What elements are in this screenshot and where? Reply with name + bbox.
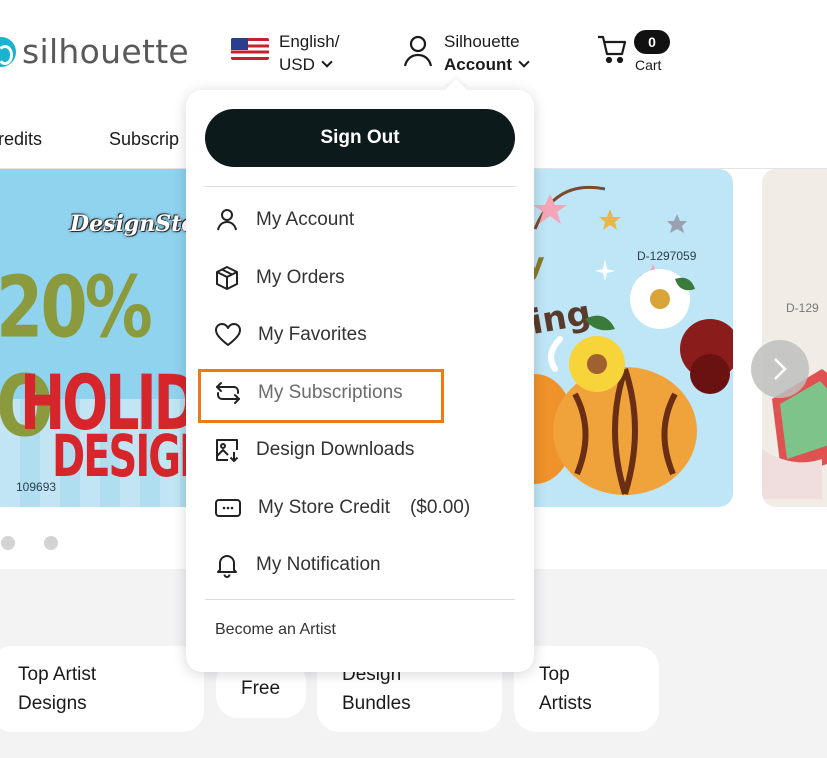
language-label: English/ <box>279 32 340 51</box>
category-top-artists[interactable]: Top Artists <box>514 646 659 732</box>
dropdown-divider <box>205 599 515 600</box>
logo-mark-icon <box>0 36 16 67</box>
svg-text:ing: ing <box>528 293 594 343</box>
chevron-down-icon <box>321 56 333 68</box>
carousel-next-button[interactable] <box>751 340 809 398</box>
category-label: Artists <box>539 693 592 714</box>
pumpkin-bouquet-illustration: ing y <box>515 185 733 495</box>
banner-sku: D-129 <box>786 301 819 315</box>
logo-text: silhouette <box>22 32 190 71</box>
pumpkin-bouquet-banner[interactable]: ing y D-1297059 <box>515 169 733 507</box>
dropdown-divider <box>205 186 515 187</box>
carousel-dot[interactable] <box>44 536 58 550</box>
category-top-artist-designs[interactable]: Top Artist Designs <box>0 646 204 732</box>
cart-label: Cart <box>635 57 662 73</box>
holiday-promo-banner[interactable]: DesignStore 20% O HOLIDA DESIGNS 109693 <box>0 169 200 507</box>
banner-sku: D-1297059 <box>637 249 697 263</box>
menu-item-label: My Account <box>256 209 355 230</box>
sign-out-button[interactable]: Sign Out <box>205 109 515 167</box>
bell-icon <box>217 555 237 578</box>
chevron-down-icon <box>518 56 530 68</box>
menu-item-my-notification[interactable]: My Notification <box>214 547 381 583</box>
menu-item-my-orders[interactable]: My Orders <box>214 260 345 296</box>
language-currency-selector[interactable]: English/ USD <box>231 30 339 76</box>
designstore-logo: DesignStore <box>70 211 200 237</box>
nav-subscriptions[interactable]: Subscrip <box>109 129 179 150</box>
menu-item-label: My Store Credit <box>258 497 390 518</box>
heart-icon <box>215 323 241 346</box>
account-dropdown-menu: Sign Out My Account My Orders My Favorit… <box>186 78 534 672</box>
user-icon <box>403 35 433 67</box>
category-label: Top Artist <box>18 664 97 685</box>
nav-credits[interactable]: redits <box>0 129 42 150</box>
banner3-illustration <box>762 369 827 499</box>
cart-button[interactable]: 0 Cart <box>596 30 670 73</box>
menu-item-my-subscriptions[interactable]: My Subscriptions <box>214 375 403 411</box>
chevron-right-icon <box>774 358 787 380</box>
menu-item-my-account[interactable]: My Account <box>214 202 354 238</box>
carousel-dot[interactable] <box>1 536 15 550</box>
promo-designs-text: DESIGNS <box>52 424 200 491</box>
box-icon <box>216 266 238 290</box>
silhouette-logo[interactable]: silhouette <box>0 32 189 71</box>
menu-item-label: My Favorites <box>258 324 367 345</box>
repeat-icon <box>216 382 240 404</box>
person-icon <box>217 209 237 231</box>
credit-card-icon <box>215 499 241 517</box>
store-credit-amount: ($0.00) <box>409 497 471 518</box>
category-label: Bundles <box>342 693 411 714</box>
cart-count-badge: 0 <box>634 30 670 54</box>
menu-item-my-store-credit[interactable]: My Store Credit ($0.00) <box>214 490 470 526</box>
category-label: Designs <box>18 693 87 714</box>
become-an-artist-link[interactable]: Become an Artist <box>215 621 336 639</box>
menu-item-label: My Notification <box>256 554 381 575</box>
us-flag-icon <box>231 38 269 60</box>
account-line2: Account <box>444 55 512 74</box>
menu-item-label: Design Downloads <box>256 439 415 460</box>
menu-item-label: My Subscriptions <box>258 382 403 403</box>
category-label: Top <box>539 664 570 685</box>
account-line1: Silhouette <box>444 32 520 51</box>
cart-icon <box>598 35 627 64</box>
currency-label: USD <box>279 55 315 74</box>
menu-item-my-favorites[interactable]: My Favorites <box>214 317 367 353</box>
banner-sku: 109693 <box>16 480 57 494</box>
image-download-icon <box>216 439 239 462</box>
dropdown-notch <box>444 78 468 102</box>
account-menu-trigger[interactable]: Silhouette Account <box>402 30 530 76</box>
menu-item-label: My Orders <box>256 267 345 288</box>
category-label: Free <box>241 678 281 699</box>
third-banner[interactable]: D-129 <box>762 169 827 507</box>
menu-item-design-downloads[interactable]: Design Downloads <box>214 432 414 468</box>
